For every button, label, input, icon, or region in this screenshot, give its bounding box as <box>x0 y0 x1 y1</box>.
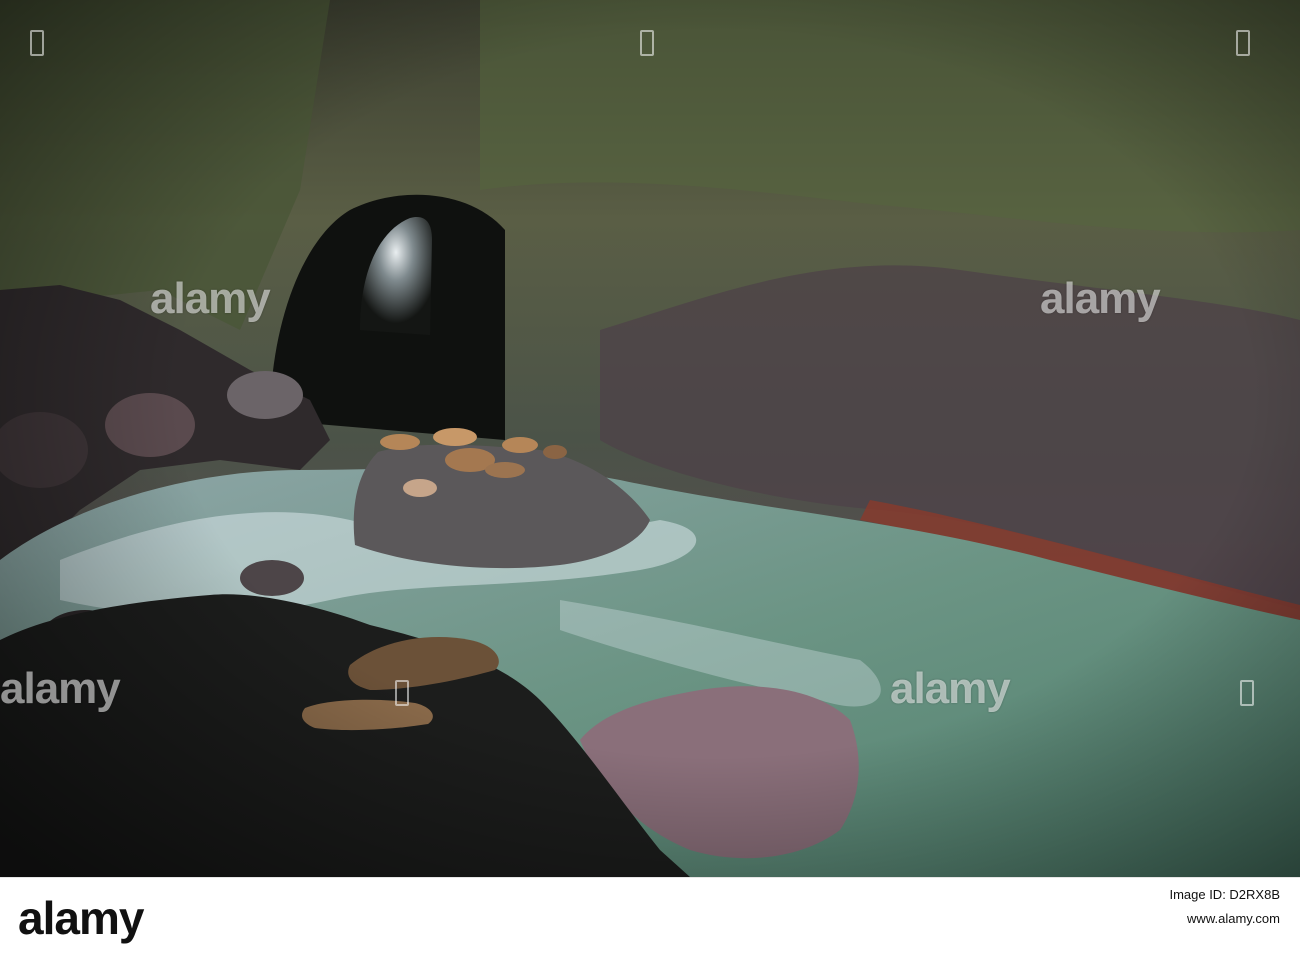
sea-cave-scene <box>0 0 1300 877</box>
alamy-logo: alamy <box>18 892 144 944</box>
site-url[interactable]: www.alamy.com <box>1169 911 1280 927</box>
watermark-mark <box>1236 30 1250 56</box>
watermark-mark <box>395 680 409 706</box>
watermark-mark <box>1240 680 1254 706</box>
watermark-mark <box>640 30 654 56</box>
vignette-overlay <box>0 0 1300 877</box>
footer-bar: alamy Image ID: D2RX8B www.alamy.com <box>0 877 1300 956</box>
footer-info: Image ID: D2RX8B www.alamy.com <box>1169 887 1280 927</box>
watermark-mark <box>30 30 44 56</box>
sea-cave-photo: alamy alamy alamy alamy <box>0 0 1300 877</box>
stock-photo-page: alamy alamy alamy alamy alamy Image ID: … <box>0 0 1300 956</box>
footer-divider <box>0 877 1300 878</box>
image-id: Image ID: D2RX8B <box>1169 887 1280 902</box>
watermark-text: alamy <box>150 274 271 323</box>
watermark-text: alamy <box>0 664 121 713</box>
watermark-text: alamy <box>890 664 1011 713</box>
watermark-text: alamy <box>1040 274 1161 323</box>
